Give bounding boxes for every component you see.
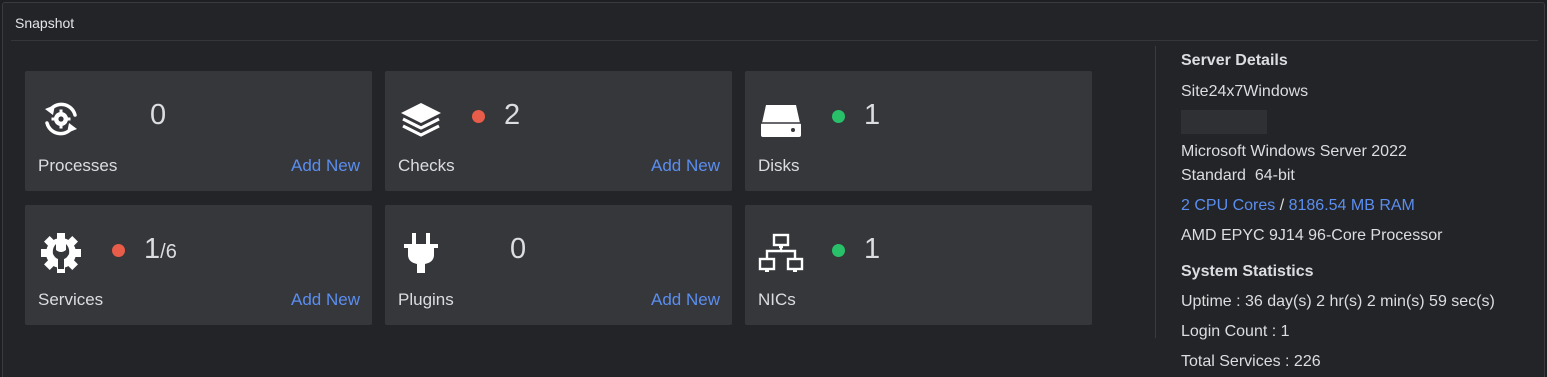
server-details-heading: Server Details [1181, 52, 1288, 69]
add-process-link[interactable]: Add New [291, 156, 360, 176]
plugins-count: 0 [510, 233, 527, 265]
services-label: Services [38, 290, 104, 309]
add-service-link[interactable]: Add New [291, 290, 360, 310]
cpu-cores-link[interactable]: 2 CPU Cores [1181, 197, 1275, 214]
refresh-gear-icon [37, 95, 85, 143]
plug-icon [397, 229, 445, 277]
nics-label: NICs [758, 290, 796, 309]
login-count: Login Count : 1 [1181, 323, 1290, 340]
hard-drive-icon [757, 95, 805, 143]
hardware-separator: / [1275, 197, 1289, 214]
checks-count: 2 [504, 99, 521, 131]
processes-count: 0 [150, 99, 167, 131]
services-card: 1/6 Services Add New [25, 205, 372, 325]
total-services: Total Services : 226 [1181, 353, 1321, 370]
disks-card: 1 Disks [745, 71, 1092, 191]
layers-icon [397, 95, 445, 143]
services-status-dot [112, 244, 125, 257]
nics-status-dot [832, 244, 845, 257]
os-name: Microsoft Windows Server 2022 [1181, 143, 1407, 160]
gear-wrench-icon [37, 229, 85, 277]
processes-card: 0 Processes Add New [25, 71, 372, 191]
network-icon [757, 229, 805, 277]
add-plugin-link[interactable]: Add New [651, 290, 720, 310]
disks-label: Disks [758, 156, 800, 175]
add-check-link[interactable]: Add New [651, 156, 720, 176]
processes-label: Processes [38, 156, 118, 175]
disks-count: 1 [864, 99, 881, 131]
nics-count: 1 [864, 233, 881, 265]
server-name: Site24x7Windows [1181, 83, 1309, 100]
plugins-label: Plugins [398, 290, 454, 309]
nics-card: 1 NICs [745, 205, 1092, 325]
services-running-count: 1 [144, 233, 161, 265]
disks-status-dot [832, 110, 845, 123]
os-edition: Standard 64-bit [1181, 167, 1295, 184]
services-total-count: /6 [160, 241, 177, 263]
redacted-ip-address [1181, 110, 1267, 134]
checks-label: Checks [398, 156, 455, 175]
title-divider [11, 40, 1538, 41]
panel-title: Snapshot [15, 15, 75, 31]
uptime: Uptime : 36 day(s) 2 hr(s) 2 min(s) 59 s… [1181, 293, 1495, 310]
services-count: 1/6 [144, 233, 177, 266]
hardware-summary: 2 CPU Cores / 8186.54 MB RAM [1181, 197, 1415, 215]
checks-card: 2 Checks Add New [385, 71, 732, 191]
ram-link[interactable]: 8186.54 MB RAM [1289, 197, 1415, 214]
checks-status-dot [472, 110, 485, 123]
system-statistics-heading: System Statistics [1181, 263, 1314, 280]
processor-name: AMD EPYC 9J14 96-Core Processor [1181, 227, 1443, 244]
plugins-card: 0 Plugins Add New [385, 205, 732, 325]
details-divider [1155, 46, 1156, 338]
